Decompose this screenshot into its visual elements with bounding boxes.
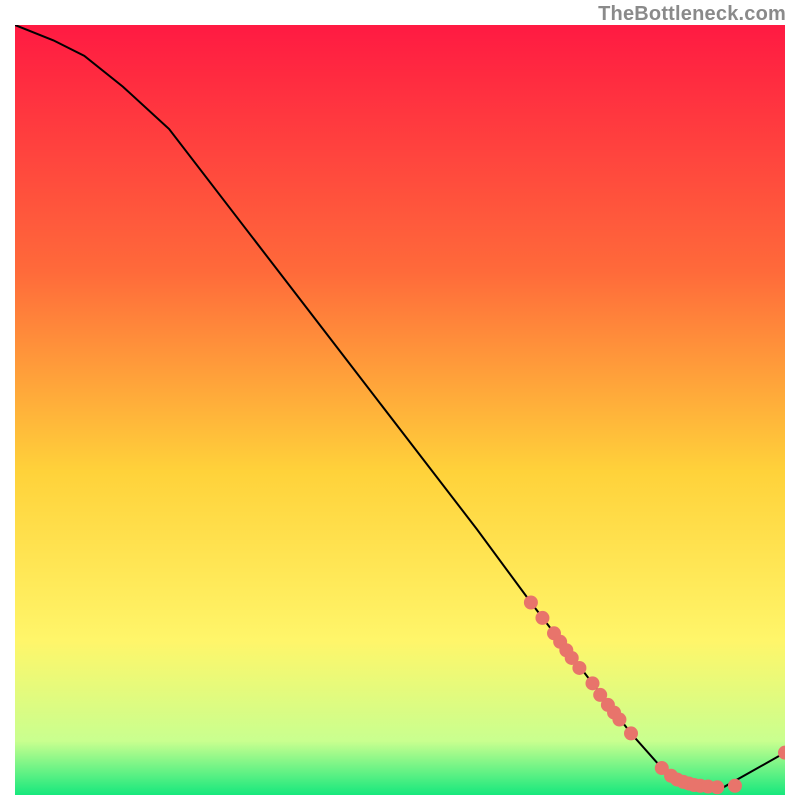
plot-area: [15, 25, 785, 795]
chart-container: TheBottleneck.com: [0, 0, 800, 800]
data-marker: [728, 779, 742, 793]
watermark-text: TheBottleneck.com: [598, 3, 786, 26]
gradient-background: [15, 25, 785, 795]
data-marker: [524, 596, 538, 610]
data-marker: [624, 726, 638, 740]
plot-svg: [15, 25, 785, 795]
data-marker: [612, 713, 626, 727]
data-marker: [710, 780, 724, 794]
data-marker: [572, 661, 586, 675]
data-marker: [586, 676, 600, 690]
data-marker: [535, 611, 549, 625]
